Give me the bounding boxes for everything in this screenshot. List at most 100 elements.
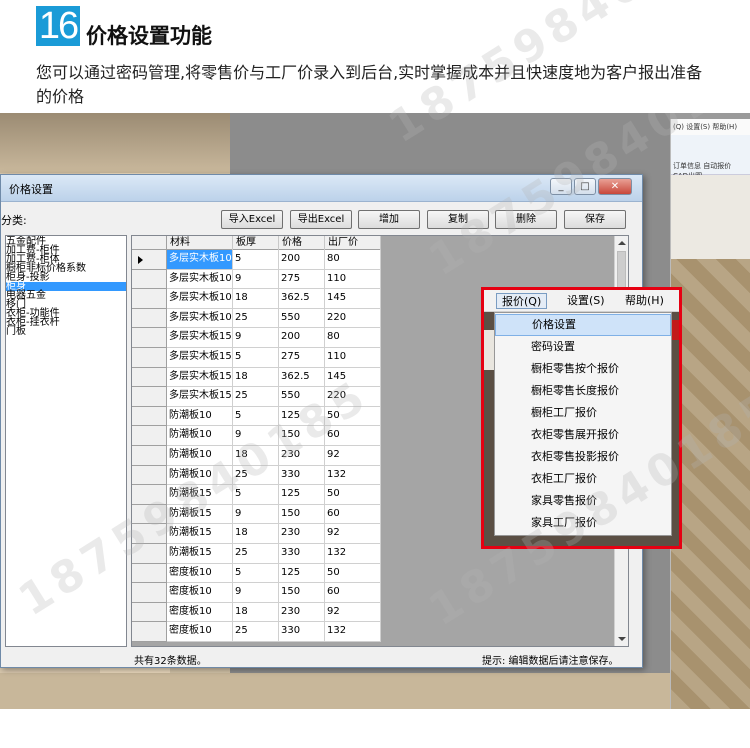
import-excel-button[interactable]: 导入Excel: [221, 210, 283, 229]
menu-item[interactable]: 衣柜零售投影报价: [495, 446, 671, 468]
cell-material[interactable]: 多层实木板15: [167, 328, 233, 348]
cell-factory-price[interactable]: 60: [325, 426, 381, 446]
table-row[interactable]: 防潮板15 9 150 60: [167, 504, 381, 525]
table-row[interactable]: 密度板10 9 150 60: [167, 583, 381, 603]
menu-item[interactable]: 价格设置: [495, 314, 671, 336]
row-header[interactable]: [132, 269, 167, 290]
menu-item[interactable]: 衣柜零售展开报价: [495, 424, 671, 446]
cell-price[interactable]: 275: [279, 269, 325, 289]
cell-price[interactable]: 330: [279, 465, 325, 485]
maximize-button[interactable]: □: [574, 178, 596, 195]
scroll-thumb[interactable]: [617, 251, 626, 289]
table-row[interactable]: 防潮板15 18 230 92: [167, 524, 381, 544]
table-row[interactable]: 防潮板15 5 125 50: [167, 485, 381, 505]
cell-thickness[interactable]: 5: [233, 485, 279, 505]
menu-item[interactable]: 橱柜工厂报价: [495, 402, 671, 424]
copy-button[interactable]: 复制: [427, 210, 489, 229]
cell-thickness[interactable]: 25: [233, 543, 279, 563]
cell-price[interactable]: 200: [279, 250, 325, 269]
cell-price[interactable]: 125: [279, 406, 325, 426]
save-button[interactable]: 保存: [564, 210, 626, 229]
cell-thickness[interactable]: 18: [233, 524, 279, 544]
row-header[interactable]: [132, 445, 167, 466]
table-row[interactable]: 密度板10 5 125 50: [167, 563, 381, 584]
menu-item[interactable]: 橱柜零售按个报价: [495, 358, 671, 380]
cell-factory-price[interactable]: 110: [325, 347, 381, 367]
cell-factory-price[interactable]: 80: [325, 250, 381, 269]
cell-material[interactable]: 多层实木板10: [167, 269, 233, 289]
cell-price[interactable]: 230: [279, 524, 325, 544]
tree-item[interactable]: 门板: [6, 327, 126, 337]
row-header[interactable]: [132, 250, 167, 270]
delete-button[interactable]: 删除: [495, 210, 557, 229]
cell-thickness[interactable]: 18: [233, 445, 279, 465]
scroll-down-icon[interactable]: [618, 637, 626, 641]
cell-thickness[interactable]: 18: [233, 367, 279, 387]
cell-material[interactable]: 密度板10: [167, 602, 233, 622]
cell-price[interactable]: 550: [279, 387, 325, 407]
cell-price[interactable]: 200: [279, 328, 325, 348]
row-header[interactable]: [132, 387, 167, 407]
table-row[interactable]: 防潮板10 9 150 60: [167, 426, 381, 446]
cell-factory-price[interactable]: 92: [325, 445, 381, 465]
cell-factory-price[interactable]: 50: [325, 406, 381, 426]
cell-thickness[interactable]: 9: [233, 583, 279, 603]
row-header[interactable]: [132, 406, 167, 427]
cell-material[interactable]: 防潮板15: [167, 543, 233, 563]
cell-material[interactable]: 防潮板15: [167, 504, 233, 524]
cell-factory-price[interactable]: 220: [325, 387, 381, 407]
cell-factory-price[interactable]: 132: [325, 622, 381, 642]
cell-material[interactable]: 多层实木板15: [167, 347, 233, 367]
row-header[interactable]: [132, 543, 167, 564]
menu-item[interactable]: 家具零售报价: [495, 490, 671, 512]
cell-thickness[interactable]: 25: [233, 387, 279, 407]
cell-factory-price[interactable]: 132: [325, 465, 381, 485]
table-row[interactable]: 密度板10 25 330 132: [167, 622, 381, 642]
cell-material[interactable]: 多层实木板10: [167, 289, 233, 309]
cell-price[interactable]: 230: [279, 602, 325, 622]
cell-factory-price[interactable]: 50: [325, 563, 381, 583]
cell-thickness[interactable]: 5: [233, 250, 279, 269]
cell-material[interactable]: 防潮板10: [167, 465, 233, 485]
cell-price[interactable]: 150: [279, 583, 325, 603]
cell-price[interactable]: 330: [279, 543, 325, 563]
cell-thickness[interactable]: 25: [233, 622, 279, 642]
table-row[interactable]: 多层实木板10 18 362.5 145: [167, 289, 381, 309]
row-header[interactable]: [132, 426, 167, 446]
minimize-button[interactable]: _: [550, 178, 572, 195]
cell-factory-price[interactable]: 92: [325, 524, 381, 544]
column-header-price[interactable]: 价格: [279, 236, 325, 250]
cell-material[interactable]: 防潮板10: [167, 406, 233, 426]
row-header[interactable]: [132, 308, 167, 329]
cell-material[interactable]: 多层实木板15: [167, 387, 233, 407]
cell-thickness[interactable]: 25: [233, 308, 279, 328]
row-header[interactable]: [132, 524, 167, 544]
cell-material[interactable]: 防潮板10: [167, 426, 233, 446]
menu-settings[interactable]: 设置(S): [562, 293, 610, 309]
cell-thickness[interactable]: 5: [233, 563, 279, 583]
cell-factory-price[interactable]: 60: [325, 504, 381, 524]
cell-material[interactable]: 防潮板15: [167, 524, 233, 544]
cell-material[interactable]: 多层实木板10: [167, 308, 233, 328]
cell-thickness[interactable]: 18: [233, 602, 279, 622]
row-header[interactable]: [132, 602, 167, 623]
table-row[interactable]: 密度板10 18 230 92: [167, 602, 381, 623]
table-row[interactable]: 多层实木板10 9 275 110: [167, 269, 381, 290]
row-header[interactable]: [132, 504, 167, 525]
table-row[interactable]: 多层实木板15 25 550 220: [167, 387, 381, 407]
cell-material[interactable]: 密度板10: [167, 622, 233, 642]
row-header[interactable]: [132, 465, 167, 486]
table-row[interactable]: 防潮板10 5 125 50: [167, 406, 381, 427]
cell-price[interactable]: 230: [279, 445, 325, 465]
row-header[interactable]: [132, 289, 167, 309]
cell-price[interactable]: 125: [279, 563, 325, 583]
table-row[interactable]: 防潮板10 18 230 92: [167, 445, 381, 466]
row-header[interactable]: [132, 563, 167, 584]
cell-factory-price[interactable]: 220: [325, 308, 381, 328]
cell-thickness[interactable]: 9: [233, 504, 279, 524]
cell-price[interactable]: 550: [279, 308, 325, 328]
cell-price[interactable]: 362.5: [279, 289, 325, 309]
export-excel-button[interactable]: 导出Excel: [290, 210, 352, 229]
cell-factory-price[interactable]: 110: [325, 269, 381, 289]
cell-thickness[interactable]: 18: [233, 289, 279, 309]
